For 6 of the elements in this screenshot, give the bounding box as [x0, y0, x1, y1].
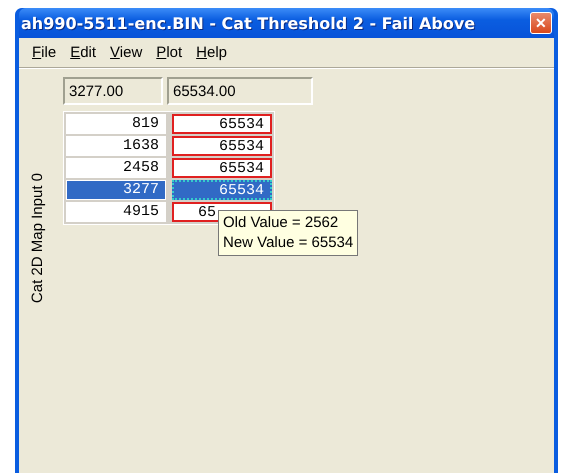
axis-label: Cat 2D Map Input 0 — [29, 173, 46, 304]
tooltip-text: Old Value = 2562 — [223, 213, 340, 233]
readout-field: 65534.00 — [167, 77, 313, 105]
tooltip-text: New Value = 65534 — [223, 233, 354, 253]
window-title: ah990-5511-enc.BIN - Cat Threshold 2 - Fail Above — [21, 14, 476, 32]
readout-field: 3277.00 — [63, 77, 163, 105]
